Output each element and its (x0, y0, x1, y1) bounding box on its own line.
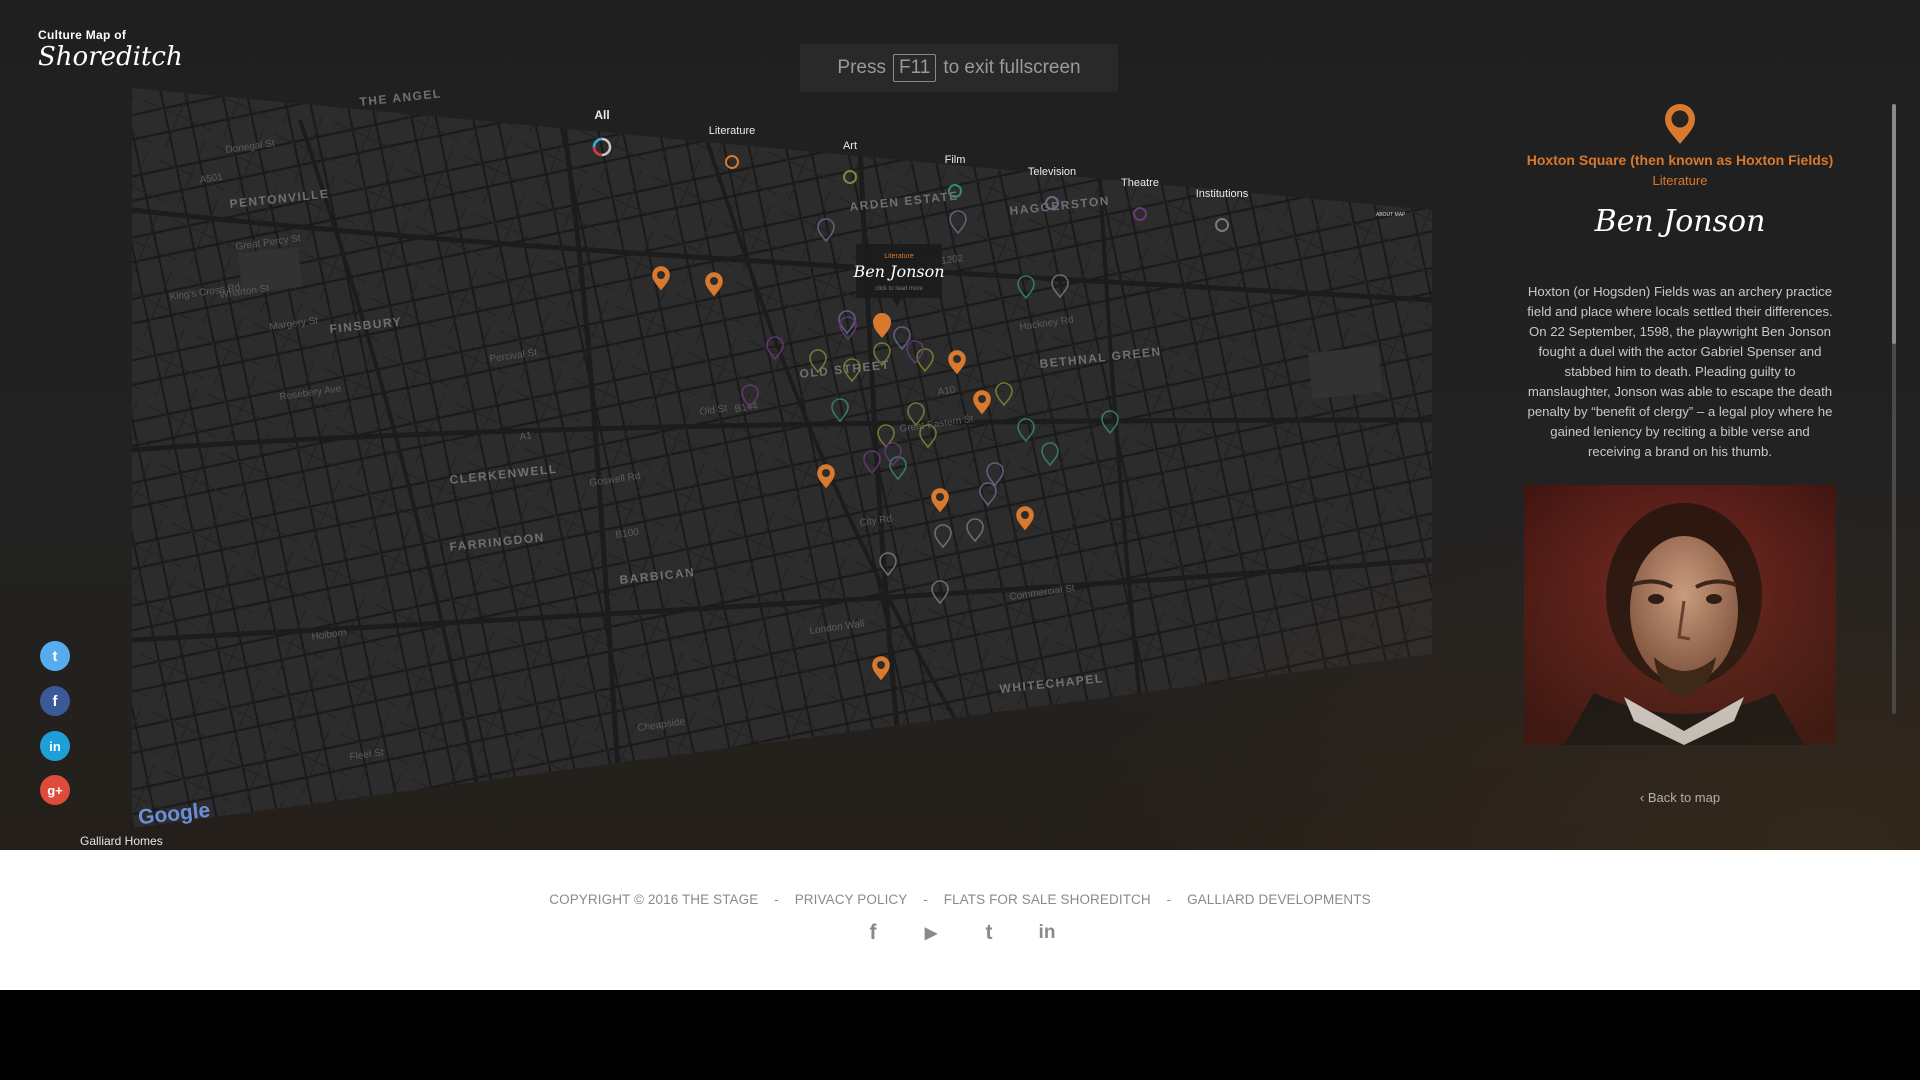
tooltip-title: Ben Jonson (852, 262, 944, 281)
footer-separator: - (923, 892, 928, 907)
map-tooltip[interactable]: Literature Ben Jonson click to read more (852, 244, 945, 306)
detail-title: Ben Jonson (1594, 204, 1766, 239)
linkedin-icon: in (49, 738, 61, 754)
map-park (1308, 345, 1383, 399)
tooltip-hint: click to read more (875, 286, 923, 292)
site-footer: COPYRIGHT © 2016 THE STAGE - PRIVACY POL… (0, 850, 1920, 990)
galliard-homes-label[interactable]: Galliard Homes (80, 834, 163, 848)
portrait-image (1524, 485, 1836, 745)
culture-map[interactable]: PENTONVILLEFINSBURYCLERKENWELLFARRINGDON… (0, 0, 1440, 850)
fullscreen-notice: Press F11 to exit fullscreen (800, 44, 1118, 92)
category-tab-art[interactable]: Art (843, 140, 857, 152)
facebook-share-button[interactable]: f (40, 686, 70, 716)
category-tab-all[interactable]: All (594, 108, 609, 122)
linkedin-share-button[interactable]: in (40, 731, 70, 761)
road-label: A1 (519, 430, 533, 443)
facebook-icon: f (52, 692, 58, 710)
detail-location: Hoxton Square (then known as Hoxton Fiel… (1526, 152, 1834, 168)
logo-line-2: Shoreditch (38, 42, 183, 72)
twitter-share-button[interactable]: t (40, 641, 70, 671)
footer-privacy-policy-link[interactable]: PRIVACY POLICY (795, 892, 908, 907)
about-map-link[interactable]: ABOUT MAP (1376, 212, 1406, 218)
footer-galliard-developments-link[interactable]: GALLIARD DEVELOPMENTS (1187, 892, 1371, 907)
footer-separator: - (774, 892, 779, 907)
twitter-icon[interactable]: t (977, 920, 1001, 946)
footer-links: COPYRIGHT © 2016 THE STAGE - PRIVACY POL… (0, 892, 1920, 907)
footer-copyright: COPYRIGHT © 2016 THE STAGE (549, 892, 759, 907)
twitter-icon: t (52, 647, 58, 665)
footer-flats-for-sale-link[interactable]: FLATS FOR SALE SHOREDITCH (944, 892, 1151, 907)
category-tab-television[interactable]: Television (1028, 166, 1076, 178)
fullscreen-suffix: to exit fullscreen (943, 57, 1081, 78)
area-label: THE ANGEL (359, 86, 442, 109)
location-pin-icon (1665, 104, 1695, 144)
logo-line-1: Culture Map of (38, 28, 127, 42)
back-to-map-label: Back to map (1647, 790, 1721, 805)
map-stage: PENTONVILLE FINSBURY CLERKENWELL FARRINGDON… (0, 0, 1920, 850)
chevron-left-icon: ‹ (1639, 790, 1648, 805)
google-plus-share-button[interactable]: g+ (40, 775, 70, 805)
linkedin-icon[interactable]: in (1035, 920, 1059, 946)
category-tab-institutions[interactable]: Institutions (1196, 188, 1249, 200)
footer-social-icons: f ▶ t in (0, 920, 1920, 946)
google-plus-icon: g+ (47, 782, 63, 798)
category-tab-theatre[interactable]: Theatre (1121, 177, 1159, 189)
facebook-icon[interactable]: f (861, 920, 885, 946)
category-tab-film[interactable]: Film (945, 154, 966, 166)
panel-scrollbar-thumb[interactable] (1892, 104, 1896, 344)
fullscreen-key: F11 (892, 54, 937, 82)
panel-scrollbar[interactable] (1892, 104, 1896, 714)
back-to-map-link[interactable]: ‹ Back to map (1500, 790, 1860, 805)
category-tab-literature[interactable]: Literature (709, 125, 755, 137)
detail-panel: Hoxton Square (then known as Hoxton Fiel… (1500, 100, 1860, 820)
tooltip-category: Literature (884, 253, 914, 260)
ben-jonson-portrait (1524, 485, 1836, 745)
detail-description: Hoxton (or Hogsden) Fields was an archer… (1527, 284, 1833, 459)
site-logo[interactable]: Culture Map of Shoreditch (38, 28, 183, 70)
fullscreen-prefix: Press (837, 57, 886, 78)
detail-category[interactable]: Literature (1500, 173, 1860, 188)
youtube-icon[interactable]: ▶ (919, 920, 943, 946)
footer-separator: - (1166, 892, 1172, 907)
